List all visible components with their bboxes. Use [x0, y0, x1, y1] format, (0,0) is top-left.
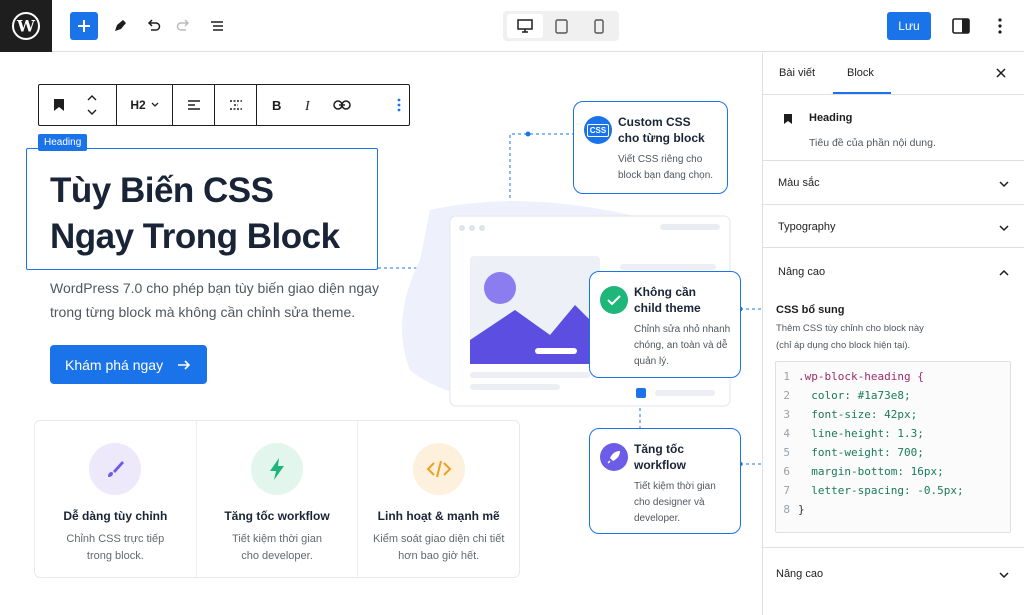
hero-desc-line1: WordPress 7.0 cho phép bạn tùy biến giao…: [50, 280, 379, 296]
tab-post[interactable]: Bài viết: [779, 67, 815, 79]
explore-now-button[interactable]: Khám phá ngay: [50, 345, 207, 384]
code-line: 1 .wp-block-heading {: [783, 370, 924, 383]
callout-desc: Viết CSS riêng cho block bạn đang chọn.: [618, 154, 714, 181]
block-card: Heading Tiêu đề của phần nội dung.: [763, 95, 1024, 161]
code-icon: [412, 443, 465, 495]
callout-custom-css: CSS Custom CSS cho từng block Viết CSS ri…: [573, 101, 728, 194]
callout-no-child-theme: Không cần child theme Chỉnh sửa nhỏ nhanh…: [589, 271, 741, 378]
block-description: Tiêu đề của phần nội dung.: [809, 137, 936, 149]
heading-level-label: H2: [130, 98, 146, 112]
chevron-down-icon: [999, 572, 1009, 579]
feature-card: Tăng tốc workflow Tiết kiệm thời gian cho…: [197, 421, 359, 577]
svg-text:I: I: [304, 99, 311, 112]
callout-title: Custom CSS cho từng block: [618, 115, 705, 145]
svg-text:B: B: [272, 98, 281, 112]
bookmark-icon: [54, 99, 64, 111]
css-code-editor[interactable]: 1 .wp-block-heading { 2 color: #1a73e8; 3…: [775, 361, 1011, 533]
settings-sidebar-icon[interactable]: [947, 12, 975, 40]
close-icon[interactable]: [996, 68, 1006, 78]
features-row: Dễ dàng tùy chỉnh Chỉnh CSS trực tiếp tro…: [34, 420, 520, 578]
hero-heading-line2: Ngay Trong Block: [50, 217, 340, 256]
align-text-button[interactable]: [173, 85, 215, 125]
feature-desc: Chỉnh CSS trực tiếp trong block.: [66, 533, 165, 562]
bolt-icon: [251, 443, 303, 495]
callout-title: Không cần child theme: [634, 285, 701, 315]
italic-icon[interactable]: I: [303, 98, 313, 112]
callout-speed-workflow: Tăng tốc workflow Tiết kiệm thời gian cho …: [589, 428, 741, 534]
chevron-down-icon: [151, 102, 159, 107]
code-line: 7 letter-spacing: -0.5px;: [783, 484, 964, 497]
bookmark-icon: [784, 114, 792, 124]
tab-block[interactable]: Block: [847, 67, 874, 79]
rocket-icon: [600, 443, 628, 471]
dotted-lines-icon: [229, 100, 242, 110]
save-button[interactable]: Lưu: [887, 12, 931, 40]
css-label: CSS bổ sung: [776, 304, 845, 316]
panel-advanced-bottom[interactable]: Nâng cao: [763, 548, 1024, 615]
more-block-options-icon[interactable]: [397, 98, 401, 112]
hero-heading[interactable]: Tùy Biến CSS Ngay Trong Block: [50, 168, 340, 260]
chevron-down-icon: [999, 181, 1009, 188]
arrow-right-icon: [178, 359, 191, 370]
settings-sidebar: Bài viết Block Heading Tiêu đề của phần …: [762, 53, 1024, 615]
css-badge-icon: CSS: [584, 116, 612, 144]
block-type-switcher[interactable]: [39, 85, 117, 125]
panel-typography-label: Typography: [778, 221, 836, 233]
feature-card: Dễ dàng tùy chỉnh Chỉnh CSS trực tiếp tro…: [35, 421, 197, 577]
code-line: 3 font-size: 42px;: [783, 408, 918, 421]
brush-icon: [89, 443, 142, 495]
check-icon: [600, 286, 628, 314]
block-toolbar: H2 B I: [38, 84, 410, 126]
panel-advanced-label[interactable]: Nâng cao: [778, 266, 825, 278]
panel-typography[interactable]: Typography: [763, 205, 1024, 248]
more-options-icon[interactable]: [986, 12, 1014, 40]
heading-level-dropdown[interactable]: H2: [117, 85, 173, 125]
block-settings-button[interactable]: [215, 85, 257, 125]
align-left-icon: [187, 100, 200, 110]
code-line: 5 font-weight: 700;: [783, 446, 924, 459]
callout-desc: Chỉnh sửa nhỏ nhanh chóng, an toàn và dễ q…: [634, 324, 731, 367]
feature-card: Linh hoạt & mạnh mẽ Kiểm soát giao diện …: [358, 421, 519, 577]
code-line: 6 margin-bottom: 16px;: [783, 465, 944, 478]
chevron-down-icon: [999, 225, 1009, 232]
feature-title: Tăng tốc workflow: [224, 509, 330, 523]
feature-title: Dễ dàng tùy chỉnh: [63, 509, 168, 523]
feature-desc: Kiểm soát giao diện chi tiết hơn bao giờ …: [372, 533, 505, 562]
chevron-up-icon[interactable]: [999, 268, 1009, 278]
code-line: 4 line-height: 1.3;: [783, 427, 924, 440]
block-name: Heading: [809, 112, 853, 124]
cta-label: Khám phá ngay: [65, 356, 164, 373]
hero-description[interactable]: WordPress 7.0 cho phép bạn tùy biến giao…: [50, 276, 390, 324]
panel-color-label: Màu sắc: [778, 177, 820, 189]
code-line: 2 color: #1a73e8;: [783, 389, 911, 402]
callout-desc: Tiết kiệm thời gian cho designer và develo…: [634, 481, 716, 524]
hero-desc-line2: trong từng block mà không cần chỉnh sửa …: [50, 304, 356, 320]
callout-title: Tăng tốc workflow: [634, 442, 687, 472]
code-line: 8}: [783, 503, 805, 516]
link-icon[interactable]: [333, 99, 351, 111]
panel-color[interactable]: Màu sắc: [763, 161, 1024, 205]
active-tab-indicator: [833, 92, 891, 94]
bold-icon[interactable]: B: [271, 98, 283, 112]
hero-heading-line1: Tùy Biến CSS: [50, 171, 274, 210]
move-up-down-icon[interactable]: [87, 93, 97, 117]
feature-desc: Tiết kiệm thời gian cho developer.: [232, 533, 322, 562]
panel-advanced2-label: Nâng cao: [776, 568, 824, 580]
css-help-line2: (chỉ áp dụng cho block hiện tại).: [776, 340, 911, 351]
sidebar-tabs: Bài viết Block: [763, 53, 1024, 95]
feature-title: Linh hoạt & mạnh mẽ: [377, 509, 500, 523]
css-help-line1: Thêm CSS tùy chỉnh cho block này: [776, 323, 924, 334]
